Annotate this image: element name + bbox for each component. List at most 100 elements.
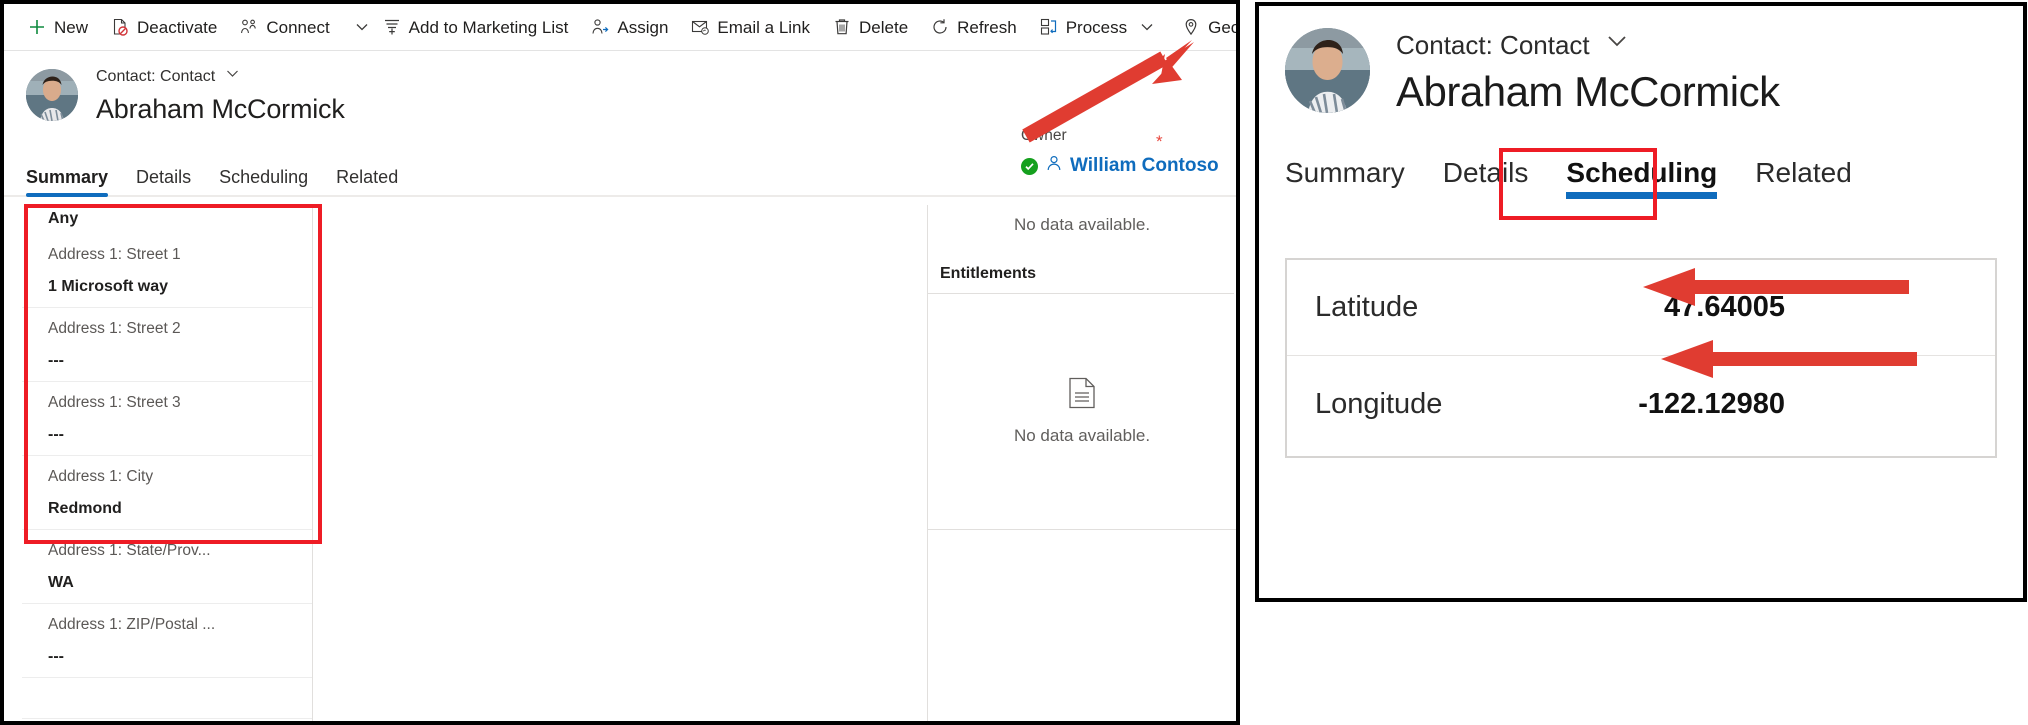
owner-person-icon (1045, 154, 1063, 178)
process-chevron-down-icon[interactable] (1138, 5, 1156, 49)
right-column: No data available. Entitlements No data … (928, 197, 1236, 721)
latitude-value: 47.64005 (1664, 291, 1785, 323)
refresh-button[interactable]: Refresh (919, 5, 1028, 49)
email-a-link-button[interactable]: Email a Link (679, 5, 821, 49)
owner-field: Owner William Contoso (1021, 127, 1219, 178)
latitude-row[interactable]: Latitude 47.64005 (1287, 260, 1995, 356)
field-label-state: Address 1: State/Prov... (48, 542, 211, 559)
screenshot-root: New Deactivate Connect Add to Marketing … (0, 0, 2028, 725)
field-value-zip: --- (48, 648, 64, 665)
rp-tab-details[interactable]: Details (1443, 157, 1529, 199)
left-panel-crm-form: New Deactivate Connect Add to Marketing … (0, 0, 1240, 725)
rp-chevron-down-icon[interactable] (1604, 28, 1630, 61)
tab-scheduling[interactable]: Scheduling (219, 167, 308, 195)
field-value-any: Any (48, 210, 79, 227)
rp-tab-related[interactable]: Related (1755, 157, 1852, 199)
field-row-street1[interactable]: Address 1: Street 1 1 Microsoft way (22, 234, 312, 308)
field-label-city: Address 1: City (48, 468, 154, 485)
email-link-icon (690, 17, 710, 37)
latitude-label: Latitude (1315, 291, 1419, 323)
rp-tab-scheduling[interactable]: Scheduling (1566, 157, 1717, 199)
assign-button[interactable]: Assign (579, 5, 679, 49)
entitlements-heading: Entitlements (928, 235, 1234, 294)
tab-summary[interactable]: Summary (26, 167, 109, 197)
field-value-city: Redmond (48, 500, 122, 517)
document-icon (1068, 377, 1096, 414)
refresh-icon (930, 17, 950, 37)
tab-details[interactable]: Details (136, 167, 191, 195)
field-value-street2: --- (48, 352, 64, 369)
record-name: Abraham McCormick (96, 94, 345, 124)
form-body: Any Address 1: Street 1 1 Microsoft way … (4, 197, 1236, 721)
new-button[interactable]: New (16, 5, 99, 49)
add-to-marketing-list-button[interactable]: Add to Marketing List (371, 5, 580, 49)
field-row-street3[interactable]: Address 1: Street 3 --- (22, 382, 312, 456)
rp-avatar (1285, 28, 1370, 113)
process-icon (1039, 17, 1059, 37)
add-to-marketing-list-label: Add to Marketing List (408, 17, 569, 37)
field-row-zip[interactable]: Address 1: ZIP/Postal ... --- (22, 604, 312, 678)
longitude-label: Longitude (1315, 387, 1443, 420)
marketing-list-icon (382, 17, 402, 37)
record-header: Contact: Contact Abraham McCormick Owner (4, 51, 1236, 176)
field-row-next[interactable] (22, 678, 312, 719)
deactivate-icon (110, 17, 130, 37)
field-label-zip: Address 1: ZIP/Postal ... (48, 616, 216, 633)
plus-icon (27, 17, 47, 37)
rp-entity-label: Contact: Contact (1396, 29, 1590, 60)
process-button-label: Process (1065, 17, 1128, 37)
delete-button-label: Delete (859, 17, 909, 37)
middle-empty-column (313, 197, 927, 721)
new-button-label: New (54, 17, 89, 37)
field-row-any: Any (22, 197, 312, 234)
deactivate-button[interactable]: Deactivate (99, 5, 228, 49)
email-a-link-label: Email a Link (717, 17, 811, 37)
owner-name-link[interactable]: William Contoso (1070, 155, 1219, 177)
rp-record-header: Contact: Contact Abraham McCormick (1259, 6, 2023, 119)
field-value-street1: 1 Microsoft way (48, 278, 169, 295)
rp-tab-summary[interactable]: Summary (1285, 157, 1405, 199)
tab-related[interactable]: Related (336, 167, 398, 195)
connect-button[interactable]: Connect (228, 5, 340, 49)
field-label-next (48, 689, 298, 709)
field-value-street3: --- (48, 426, 64, 443)
field-row-street2[interactable]: Address 1: Street 2 --- (22, 308, 312, 382)
refresh-button-label: Refresh (957, 17, 1017, 37)
avatar (26, 69, 78, 121)
rp-entity-row: Contact: Contact (1396, 28, 1780, 61)
longitude-row[interactable]: Longitude -122.12980 (1287, 356, 1995, 452)
map-pin-icon (1181, 17, 1201, 37)
entitlements-empty-message: No data available. (1013, 426, 1151, 445)
rp-record-titles: Contact: Contact Abraham McCormick (1396, 28, 1780, 119)
field-label-street2: Address 1: Street 2 (48, 320, 181, 337)
connect-button-label: Connect (266, 17, 330, 37)
required-field-marker: * (1156, 132, 1163, 151)
top-no-data-message: No data available. (1013, 215, 1151, 234)
record-entity-label: Contact: Contact (96, 67, 216, 85)
connect-chevron-down-icon[interactable] (353, 5, 371, 49)
geo-code-button[interactable]: Geo Code (1170, 5, 1240, 49)
address-fields-column: Any Address 1: Street 1 1 Microsoft way … (4, 197, 312, 721)
record-chevron-down-icon[interactable] (224, 65, 241, 88)
assign-button-label: Assign (617, 17, 669, 37)
delete-button[interactable]: Delete (821, 5, 919, 49)
field-row-city[interactable]: Address 1: City Redmond (22, 456, 312, 530)
rp-form-tabs: Summary Details Scheduling Related (1259, 119, 2023, 199)
field-label-street1: Address 1: Street 1 (48, 246, 181, 263)
rp-record-name: Abraham McCormick (1396, 68, 1780, 115)
record-titles: Contact: Contact Abraham McCormick (96, 65, 345, 127)
deactivate-button-label: Deactivate (137, 17, 218, 37)
owner-value[interactable]: William Contoso (1021, 154, 1219, 178)
process-button[interactable]: Process (1028, 5, 1138, 49)
owner-label: Owner (1021, 127, 1067, 144)
field-value-state: WA (48, 574, 74, 591)
right-panel-scheduling-detail: Contact: Contact Abraham McCormick Summa… (1255, 2, 2027, 602)
entitlements-empty-state: No data available. (928, 294, 1236, 530)
verified-check-icon (1021, 157, 1038, 175)
assign-icon (590, 17, 610, 37)
field-row-state[interactable]: Address 1: State/Prov... WA (22, 530, 312, 604)
geo-coordinates-card: Latitude 47.64005 Longitude -122.12980 (1285, 258, 1997, 458)
record-entity-row: Contact: Contact (96, 65, 345, 88)
longitude-value: -122.12980 (1638, 387, 1785, 420)
geo-code-button-label: Geo Code (1208, 17, 1240, 37)
